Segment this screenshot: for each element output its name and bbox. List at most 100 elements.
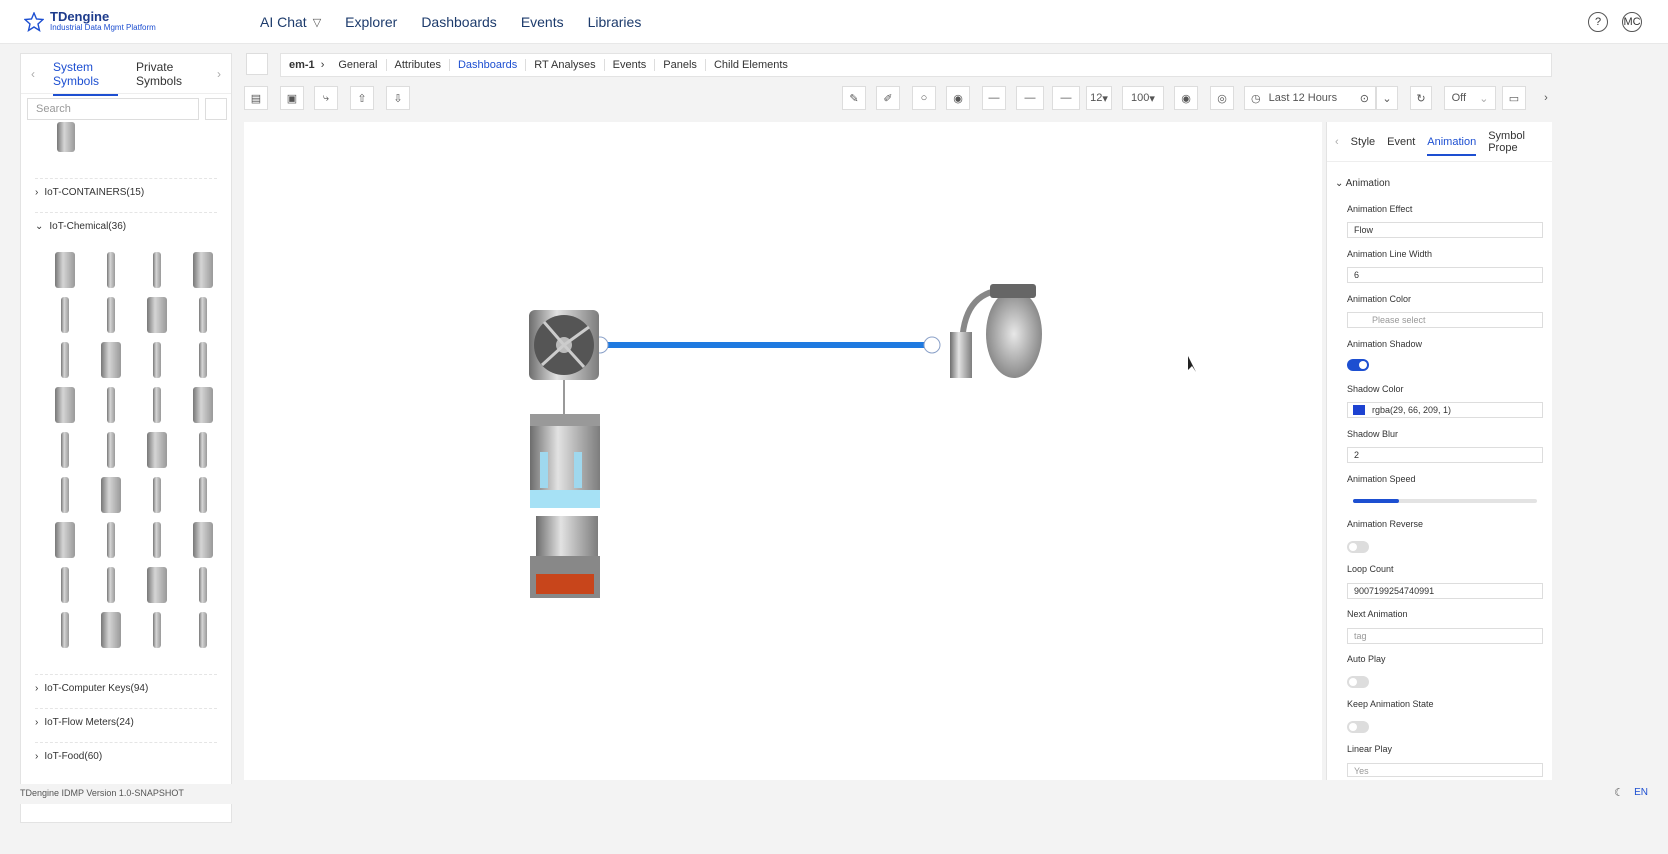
refresh-interval-select[interactable]: Off ⌄ [1444, 86, 1496, 110]
line-dash-icon[interactable]: — [1052, 86, 1080, 110]
zoom-select[interactable]: 100 ▾ [1122, 86, 1164, 110]
section-animation[interactable]: ⌄ Animation [1335, 178, 1390, 189]
pencil-icon[interactable]: ✐ [876, 86, 900, 110]
folder-icon[interactable]: ▭ [1502, 86, 1526, 110]
tab-symbol-properties[interactable]: Symbol Prope [1488, 130, 1552, 154]
line-style-icon[interactable]: — [982, 86, 1006, 110]
symbol-thumbnail[interactable] [153, 612, 161, 648]
tab-style[interactable]: Style [1351, 136, 1375, 148]
crumb-child-elements[interactable]: Child Elements [704, 59, 796, 71]
stop-icon[interactable]: ◎ [1210, 86, 1234, 110]
tank-pump-symbol[interactable] [950, 284, 1042, 378]
chevron-left-icon[interactable]: ‹ [1335, 136, 1339, 148]
effect-select[interactable]: Flow [1347, 222, 1543, 238]
symbol-thumbnail[interactable] [153, 477, 161, 513]
symbol-thumbnail[interactable] [107, 567, 115, 603]
chevron-down-icon[interactable]: ⌄ [1376, 86, 1398, 110]
speed-slider[interactable] [1353, 499, 1537, 503]
symbol-thumbnail[interactable] [101, 477, 121, 513]
symbol-thumbnail[interactable] [101, 342, 121, 378]
symbol-thumbnail[interactable] [199, 477, 207, 513]
nav-libraries[interactable]: Libraries [588, 14, 642, 30]
symbol-preview[interactable] [57, 122, 75, 152]
brush-icon[interactable]: ✎ [842, 86, 866, 110]
line-width-input[interactable]: 6 [1347, 267, 1543, 283]
help-icon[interactable]: ? [1588, 12, 1608, 32]
linear-select[interactable]: Yes [1347, 763, 1543, 777]
group-iot-computer-keys[interactable]: › IoT-Computer Keys(94) [35, 674, 217, 694]
brand-logo[interactable]: TDengine Industrial Data Mgmt Platform [24, 10, 156, 33]
symbol-thumbnail[interactable] [101, 612, 121, 648]
crumb-general[interactable]: General [330, 59, 385, 71]
group-iot-chemical[interactable]: ⌄ IoT-Chemical(36) [35, 212, 217, 232]
symbol-thumbnail[interactable] [107, 432, 115, 468]
reverse-toggle[interactable] [1347, 541, 1369, 553]
symbol-search-input[interactable]: Search [27, 98, 199, 120]
symbol-thumbnail[interactable] [193, 522, 213, 558]
group-iot-flow-meters[interactable]: › IoT-Flow Meters(24) [35, 708, 217, 728]
shadow-toggle[interactable] [1347, 359, 1369, 371]
symbol-thumbnail[interactable] [55, 522, 75, 558]
flow-pipe[interactable] [600, 342, 932, 348]
nav-dashboards[interactable]: Dashboards [421, 14, 497, 30]
chevron-right-icon[interactable]: › [217, 67, 221, 81]
group-iot-food[interactable]: › IoT-Food(60) [35, 742, 217, 762]
symbol-thumbnail[interactable] [107, 297, 115, 333]
search-icon[interactable]: ○ [912, 86, 936, 110]
symbol-thumbnail[interactable] [61, 432, 69, 468]
symbol-thumbnail[interactable] [55, 387, 75, 423]
symbol-thumbnail[interactable] [153, 522, 161, 558]
autoplay-toggle[interactable] [1347, 676, 1369, 688]
symbol-thumbnail[interactable] [61, 567, 69, 603]
shadow-blur-input[interactable]: 2 [1347, 447, 1543, 463]
symbol-thumbnail[interactable] [199, 297, 207, 333]
symbol-thumbnail[interactable] [147, 297, 167, 333]
fan-symbol[interactable] [529, 310, 599, 380]
document-icon[interactable]: ▤ [244, 86, 268, 110]
symbol-thumbnail[interactable] [107, 252, 115, 288]
symbol-thumbnail[interactable] [193, 387, 213, 423]
nav-explorer[interactable]: Explorer [345, 14, 397, 30]
symbol-thumbnail[interactable] [147, 567, 167, 603]
chevron-left-icon[interactable]: ‹ [31, 67, 35, 81]
symbol-thumbnail[interactable] [153, 387, 161, 423]
keep-toggle[interactable] [1347, 721, 1369, 733]
tab-event[interactable]: Event [1387, 136, 1415, 148]
breadcrumb-root[interactable]: em-1 [281, 59, 321, 71]
tab-system-symbols[interactable]: System Symbols [53, 60, 118, 96]
symbol-thumbnail[interactable] [147, 432, 167, 468]
symbol-thumbnail[interactable] [61, 342, 69, 378]
symbol-thumbnail[interactable] [153, 342, 161, 378]
reactor-symbol[interactable] [530, 414, 600, 598]
group-iot-containers[interactable]: › IoT-CONTAINERS(15) [35, 178, 217, 198]
crumb-panels[interactable]: Panels [654, 59, 705, 71]
refresh-icon[interactable]: ↻ [1410, 86, 1432, 110]
symbol-thumbnail[interactable] [199, 612, 207, 648]
language-switch[interactable]: EN [1634, 787, 1648, 798]
symbol-thumbnail[interactable] [107, 387, 115, 423]
link-icon[interactable]: ⤷ [314, 86, 338, 110]
crumb-attributes[interactable]: Attributes [385, 59, 449, 71]
symbol-thumbnail[interactable] [107, 522, 115, 558]
symbol-thumbnail[interactable] [61, 477, 69, 513]
symbol-thumbnail[interactable] [153, 252, 161, 288]
loop-input[interactable]: 9007199254740991 [1347, 583, 1543, 599]
next-animation-input[interactable]: tag [1347, 628, 1543, 644]
nav-ai-chat[interactable]: AI Chat ▽ [260, 14, 321, 30]
record-icon[interactable]: ◉ [1174, 86, 1198, 110]
crumb-rt-analyses[interactable]: RT Analyses [525, 59, 603, 71]
grid-view-icon[interactable] [205, 98, 227, 120]
save-icon[interactable]: ▣ [280, 86, 304, 110]
upload-icon[interactable]: ⇧ [350, 86, 374, 110]
crumb-events[interactable]: Events [603, 59, 655, 71]
tab-animation[interactable]: Animation [1427, 136, 1477, 156]
symbol-thumbnail[interactable] [61, 297, 69, 333]
time-range-picker[interactable]: ◷ Last 12 Hours ⊙ [1244, 86, 1376, 110]
font-size-select[interactable]: 12 ▾ [1086, 86, 1112, 110]
nav-events[interactable]: Events [521, 14, 564, 30]
symbol-thumbnail[interactable] [199, 342, 207, 378]
user-avatar[interactable]: MC [1622, 12, 1642, 32]
moon-icon[interactable]: ☾ [1614, 786, 1624, 799]
crumb-dashboards[interactable]: Dashboards [448, 59, 525, 71]
symbol-thumbnail[interactable] [193, 252, 213, 288]
